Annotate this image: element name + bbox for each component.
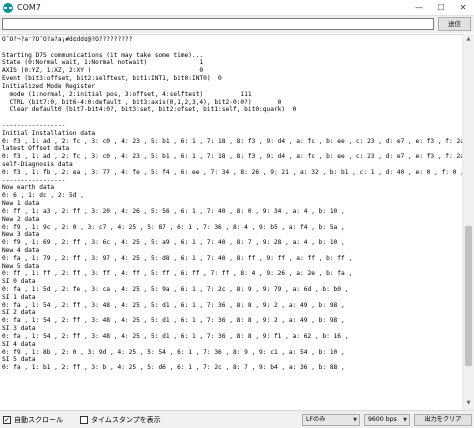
output-line: 0: ff , 1: ff , 2: ff , 3: ff , 4: ff , … [2, 270, 353, 278]
autoscroll-label: 自動スクロール [14, 416, 63, 424]
output-line: Initialized Mode Register [2, 82, 96, 90]
output-line: New 4 data [2, 246, 40, 254]
scroll-thumb[interactable] [465, 226, 472, 366]
output-line: State (0:Normal wait, 1:Normal notwait) … [2, 59, 204, 67]
output-line: 0: 6 , 1: dc , 2: 5d , [2, 192, 84, 200]
close-button[interactable]: ✕ [452, 0, 474, 15]
output-line: Event (bit3:offset, bit2:selftest, bit1:… [2, 75, 222, 83]
output-line: AXIS (0:YZ, 1:XZ, 2:XY ) 0 [2, 67, 204, 75]
send-button[interactable]: 送信 [438, 17, 471, 31]
output-line: O¯O?¬?a'?O¯O?a?a¡#d¢dd¢@?O????????? [2, 36, 133, 43]
title-bar: COM7 — ☐ ✕ [0, 0, 474, 16]
output-line: 0: f9 , 1: 69 , 2: ff , 3: 6c , 4: 25 , … [2, 239, 345, 247]
output-line: 0: fa , 1: 79 , 2: ff , 3: 97 , 4: 25 , … [2, 254, 353, 262]
send-bar: 送信 [0, 16, 474, 33]
output-line: 0: ff , 1: a3 , 2: ff , 3: 20 , 4: 26 , … [2, 207, 345, 215]
output-line: ----------------- [2, 176, 66, 184]
output-line: latest Offset data [2, 145, 70, 153]
scroll-up-icon[interactable]: ▲ [463, 34, 474, 45]
timestamp-checkbox[interactable] [80, 416, 88, 424]
clear-output-button[interactable]: 出力をクリア [414, 414, 472, 426]
chevron-down-icon: ▼ [353, 417, 357, 423]
minimize-button[interactable]: — [408, 0, 430, 15]
output-line: self-Diagnosis data [2, 161, 73, 168]
send-input[interactable] [2, 18, 434, 30]
output-line: Initial Installation data [2, 129, 96, 137]
vertical-scrollbar[interactable]: ▲ ▼ [462, 34, 474, 410]
output-line: 0: fa , 1: 54 , 2: ff , 3: 48 , 4: 25 , … [2, 317, 345, 325]
output-line: New 5 data [2, 262, 40, 270]
arduino-icon [3, 3, 13, 13]
baud-rate-select[interactable]: 9600 bps ▼ [364, 414, 410, 426]
output-line: 0: fa , 1: 54 , 2: ff , 3: 48 , 4: 25 , … [2, 301, 345, 309]
output-line: 0: f3 , 1: fb , 2: ea , 3: 77 , 4: fe , … [2, 168, 462, 176]
output-line: SI 1 data [2, 293, 36, 301]
output-line: New 2 data [2, 215, 40, 223]
chevron-down-icon: ▼ [403, 417, 407, 423]
output-line: SI 5 data [2, 356, 36, 364]
maximize-button[interactable]: ☐ [430, 0, 452, 15]
baud-rate-value: 9600 bps [368, 416, 397, 423]
output-line: 0: f3 , 1: ad , 2: fc , 3: c0 , 4: 23 , … [2, 153, 462, 161]
output-line: ----------------- [2, 121, 66, 129]
output-line: 0: fa , 1: 5d , 2: fe , 3: ca , 4: 25 , … [2, 286, 349, 293]
output-line: CTRL (bit7:0, bit6-4:0:default , bit3:ax… [2, 98, 282, 106]
output-line: 0: fa , 1: 54 , 2: ff , 3: 48 , 4: 25 , … [2, 332, 349, 340]
timestamp-label: タイムスタンプを表示 [91, 416, 161, 424]
output-line: Clear default0 (bit7-bit4:0?, bit3:set, … [2, 106, 297, 114]
scroll-down-icon[interactable]: ▼ [463, 398, 474, 409]
output-line: Now earth data [2, 184, 55, 192]
line-ending-value: LFのみ [306, 416, 326, 423]
output-line: mode (1:normal, 2:initial pos, 3:offset,… [2, 90, 252, 98]
output-line: New 3 data [2, 231, 40, 239]
output-line: SI 3 data [2, 325, 36, 333]
output-line: Starting D7S communications (it may take… [2, 51, 204, 59]
output-line: 0: f9 , 1: 9c , 2: 0 , 3: c7 , 4: 25 , 5… [2, 223, 345, 231]
autoscroll-checkbox[interactable]: ✓ [3, 416, 11, 424]
serial-output[interactable]: O¯O?¬?a'?O¯O?a?a¡#d¢dd¢@?O????????? Start… [0, 34, 462, 410]
output-line: New 1 data [2, 200, 40, 208]
output-line: SI 4 data [2, 340, 36, 348]
line-ending-select[interactable]: LFのみ ▼ [302, 414, 360, 426]
output-line: 0: fa , 1: b1 , 2: ff , 3: b , 4: 25 , 5… [2, 364, 345, 372]
output-line: SI 0 data [2, 278, 36, 286]
status-bar: ✓ 自動スクロール タイムスタンプを表示 LFのみ ▼ 9600 bps ▼ 出… [0, 410, 474, 428]
output-line: 0: f9 , 1: 8b , 2: 0 , 3: 9d , 4: 25 , 5… [2, 348, 345, 356]
output-line: SI 2 data [2, 309, 36, 317]
output-line: 0: f3 , 1: ad , 2: fc , 3: c0 , 4: 23 , … [2, 137, 462, 145]
window-title: COM7 [17, 3, 41, 12]
